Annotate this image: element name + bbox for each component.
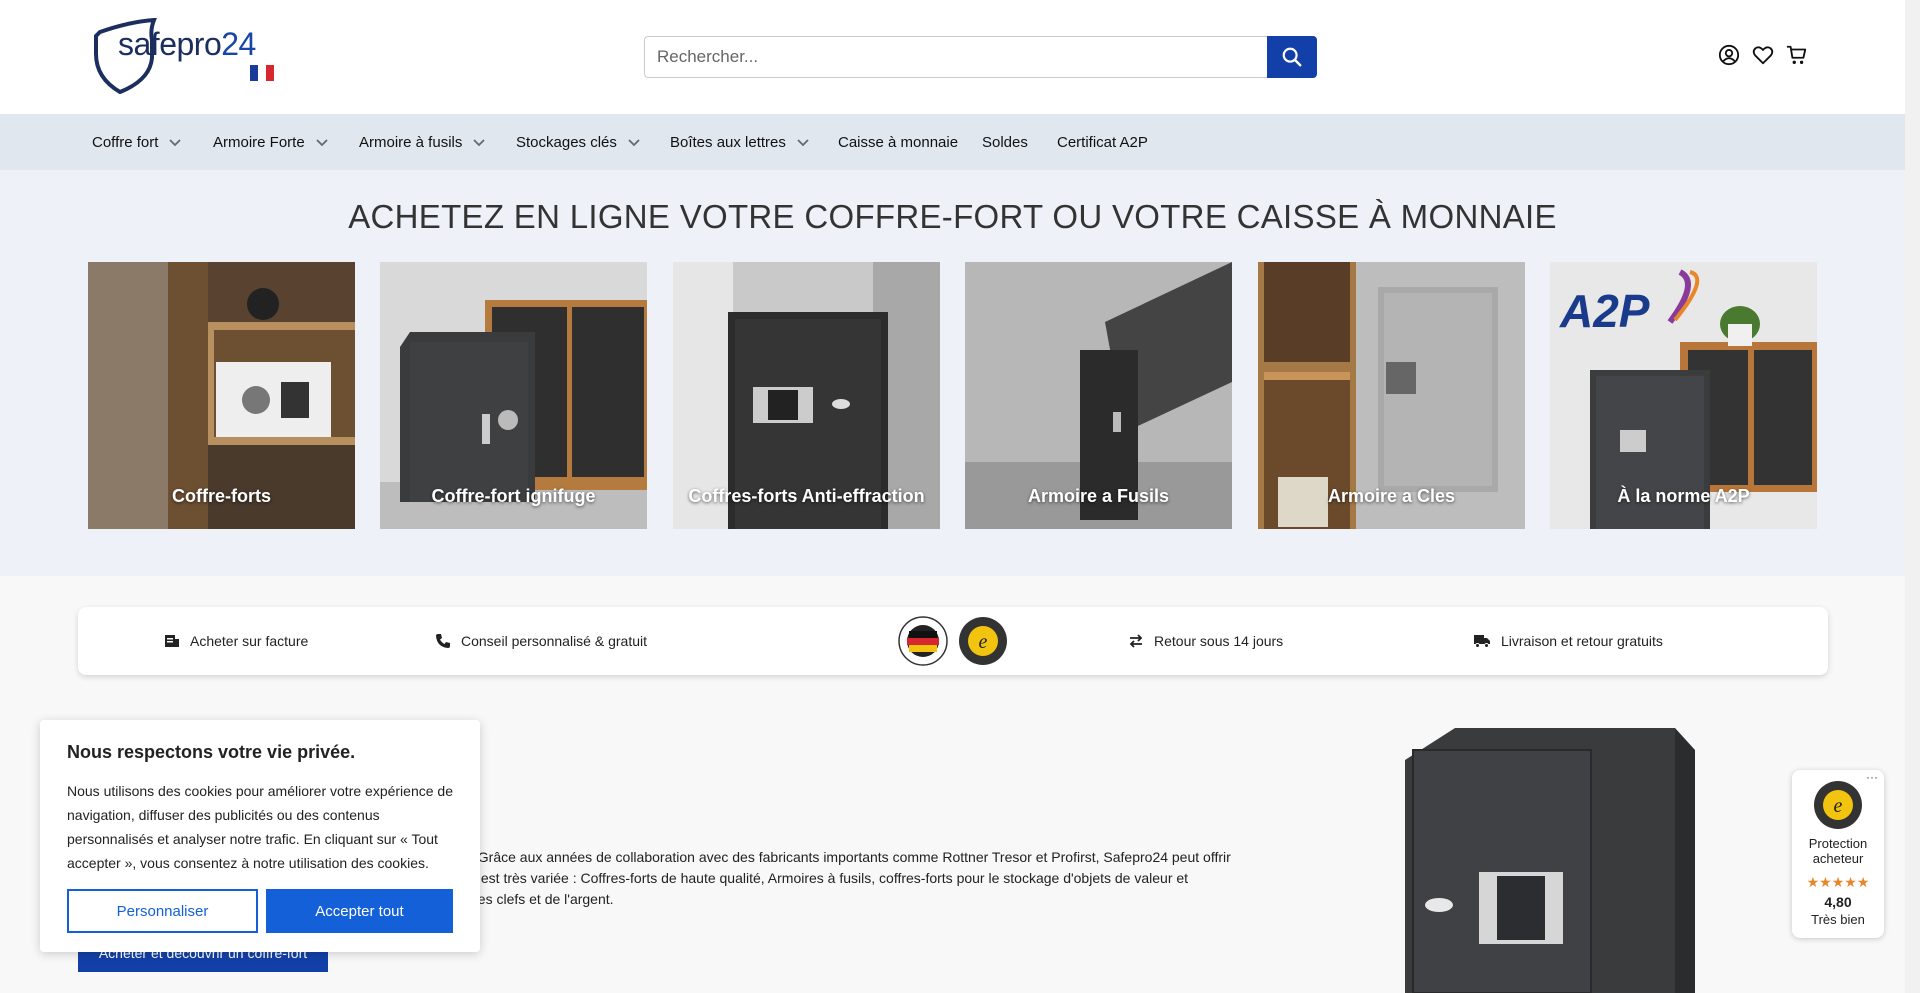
- category-label: Coffre-forts: [172, 486, 271, 506]
- nav-item-caisse-a-monnaie[interactable]: Caisse à monnaie: [838, 114, 958, 170]
- delivery-truck-icon: [1474, 635, 1490, 648]
- chevron-down-icon: [316, 139, 328, 147]
- cookie-actions: Personnaliser Accepter tout: [67, 889, 453, 933]
- usp-label: Livraison et retour gratuits: [1501, 633, 1663, 649]
- hero-title: ACHETEZ EN LIGNE VOTRE COFFRE-FORT OU VO…: [348, 198, 1557, 235]
- customize-cookies-button[interactable]: Personnaliser: [67, 889, 258, 933]
- nav-item-soldes[interactable]: Soldes: [982, 114, 1028, 170]
- nav-item-label: Certificat A2P: [1057, 133, 1148, 151]
- usp-label: Retour sous 14 jours: [1154, 633, 1284, 649]
- intro-line: des clefs et de l'argent.: [470, 891, 614, 907]
- category-card-coffres-forts-anti-effraction[interactable]: Coffres-forts Anti-effraction: [673, 262, 940, 529]
- chevron-down-icon: [169, 139, 182, 147]
- header-actions: [1718, 44, 1808, 66]
- page-scrollbar[interactable]: [1905, 0, 1920, 993]
- search-input[interactable]: [644, 36, 1267, 78]
- nav-item-label: Caisse à monnaie: [838, 133, 959, 151]
- usp-item-advice: Conseil personnalisé & gratuit: [435, 607, 647, 675]
- category-card-armoire-a-fusils[interactable]: Armoire a Fusils: [965, 262, 1232, 529]
- cart-button[interactable]: [1786, 44, 1808, 66]
- svg-text:e: e: [1834, 795, 1843, 817]
- a2p-logo: A2P: [1560, 285, 1650, 337]
- nav-item-label: Armoire à fusils: [359, 133, 463, 151]
- account-icon: [1718, 44, 1740, 66]
- wishlist-heart-icon: [1752, 46, 1774, 65]
- trusted-shops-seal-icon: e: [1814, 781, 1862, 829]
- trusted-shops-guarantee-seal-icon: e: [959, 617, 1007, 665]
- nav-item-label: Soldes: [982, 133, 1028, 151]
- usp-item-return: Retour sous 14 jours: [1128, 607, 1283, 675]
- search-button[interactable]: [1267, 36, 1317, 78]
- category-label: Coffre-fort ignifuge: [431, 486, 596, 506]
- intro-line: s est très variée : Coffres-forts de hau…: [470, 870, 1189, 886]
- usp-label: Conseil personnalisé & gratuit: [461, 633, 647, 649]
- usp-item-invoice: Acheter sur facture: [164, 607, 308, 675]
- nav-item-coffre-fort[interactable]: Coffre fort: [92, 114, 182, 170]
- badge-menu-icon[interactable]: ···: [1866, 770, 1878, 784]
- return-arrows-icon: [1129, 634, 1143, 648]
- main-navigation: Coffre fort Armoire Forte Armoire à fusi…: [0, 114, 1905, 170]
- category-card-coffre-forts[interactable]: Coffre-forts: [88, 262, 355, 529]
- hero-section: ACHETEZ EN LIGNE VOTRE COFFRE-FORT OU VO…: [0, 170, 1905, 576]
- logo-text: safepro: [118, 26, 222, 62]
- category-card-norme-a2p[interactable]: A2P À la norme A2P: [1550, 262, 1817, 529]
- accept-all-cookies-button[interactable]: Accepter tout: [266, 889, 453, 933]
- french-flag-icon: [250, 65, 274, 81]
- nav-item-armoire-forte[interactable]: Armoire Forte: [213, 114, 329, 170]
- search-bar: [644, 36, 1317, 78]
- rating-grade: Très bien: [1811, 912, 1865, 927]
- intro-line: .: [470, 826, 1231, 847]
- cookie-text: Nous utilisons des cookies pour améliore…: [67, 783, 453, 871]
- usp-label: Acheter sur facture: [190, 633, 309, 649]
- product-safe-image: [1405, 728, 1695, 993]
- category-label: À la norme A2P: [1617, 486, 1750, 506]
- intro-line: . Grâce aux années de collaboration avec…: [470, 849, 1231, 865]
- category-card-coffre-fort-ignifuge[interactable]: Coffre-fort ignifuge: [380, 262, 647, 529]
- svg-text:e: e: [979, 631, 988, 653]
- chevron-down-icon: [473, 139, 485, 147]
- nav-item-label: Armoire Forte: [213, 133, 305, 151]
- nav-item-label: Coffre fort: [92, 133, 159, 151]
- nav-item-label: Stockages clés: [516, 133, 617, 151]
- phone-icon: [436, 634, 450, 648]
- trusted-shops-badge[interactable]: ··· e Protection acheteur ★★★★★ 4,80 Trè…: [1792, 770, 1884, 938]
- intro-text: . . Grâce aux années de collaboration av…: [470, 826, 1231, 910]
- nav-item-label: Boîtes aux lettres: [670, 133, 786, 151]
- invoice-icon: [165, 635, 179, 647]
- category-label: Coffres-forts Anti-effraction: [688, 486, 925, 506]
- rating-stars: ★★★★★: [1806, 874, 1870, 890]
- usp-item-delivery: Livraison et retour gratuits: [1473, 607, 1663, 675]
- cookie-consent-dialog: Nous respectons votre vie privée. Nous u…: [40, 720, 480, 952]
- search-icon: [1282, 47, 1302, 67]
- chevron-down-icon: [797, 139, 809, 147]
- site-header: safepro24: [0, 0, 1905, 114]
- nav-item-armoire-a-fusils[interactable]: Armoire à fusils: [359, 114, 486, 170]
- category-label: Armoire a Fusils: [1027, 486, 1170, 506]
- german-quality-seal-icon: [898, 616, 948, 666]
- nav-item-boites-aux-lettres[interactable]: Boîtes aux lettres: [670, 114, 810, 170]
- nav-item-stockages-cles[interactable]: Stockages clés: [516, 114, 641, 170]
- cart-icon: [1786, 45, 1807, 64]
- logo[interactable]: safepro24: [92, 18, 292, 96]
- cookie-title: Nous respectons votre vie privée.: [67, 742, 356, 762]
- account-button[interactable]: [1718, 44, 1740, 66]
- rating-score: 4,80: [1824, 894, 1852, 910]
- buyer-protection-label: Protection acheteur: [1808, 836, 1868, 866]
- chevron-down-icon: [628, 139, 640, 147]
- usp-bar: Acheter sur facture Conseil personnalisé…: [78, 607, 1828, 675]
- logo-number: 24: [221, 26, 256, 62]
- nav-item-certificat-a2p[interactable]: Certificat A2P: [1057, 114, 1148, 170]
- category-card-armoire-a-cles[interactable]: Armoire a Cles: [1258, 262, 1525, 529]
- wishlist-button[interactable]: [1752, 44, 1774, 66]
- category-label: Armoire a Cles: [1327, 486, 1456, 506]
